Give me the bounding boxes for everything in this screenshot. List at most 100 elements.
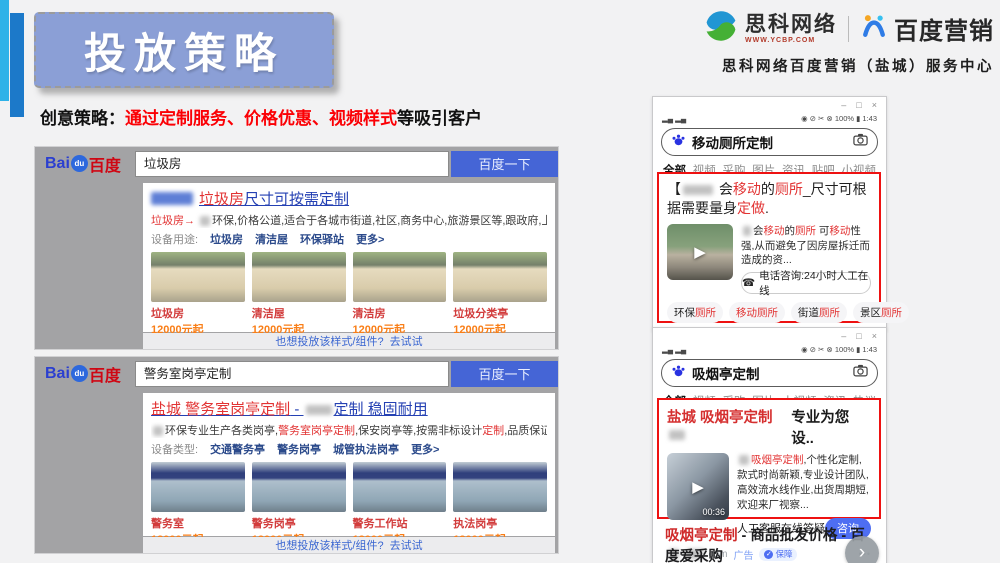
sublink[interactable]: 垃圾房 [210,231,243,247]
maximize-button[interactable]: □ [856,331,861,341]
baidu-logo: Bai du 百度 [45,362,121,386]
search-query[interactable]: 吸烟亭定制 [692,363,847,383]
product-name: 警务岗亭 [252,515,346,531]
sublink[interactable]: 环保驿站 [300,231,344,247]
baidu-search-header: Bai du 百度 警务室岗亭定制 百度一下 [35,357,558,390]
search-input[interactable]: 警务室岗亭定制 [135,361,449,387]
video-thumbnail[interactable]: ▶ [667,224,733,280]
baidu-paw-icon [671,132,686,152]
result-description: 垃圾房→ 环保,价格公道,适合于各城市街道,社区,商务中心,旅游景区等,跟政府,… [151,212,547,228]
product-image [151,462,245,512]
tag-pill[interactable]: 环保厕所 [667,302,723,323]
result-title-text: 盐城 警务室岗亭定制 - 定制 稳固耐用 [151,398,428,419]
highlighted-ad-result: 【 会移动的厕所_尺寸可根据需要量身定做. ▶ 会移动的厕所 可移动性强,从而避… [657,172,881,323]
search-button[interactable]: 百度一下 [451,151,558,177]
product-name: 垃圾分类亭 [453,305,547,321]
close-button[interactable]: × [872,100,877,110]
product-name: 警务室 [151,515,245,531]
sublink[interactable]: 更多> [411,441,439,457]
desktop-serp-screenshot-2: Bai du 百度 警务室岗亭定制 百度一下 盐城 警务室岗亭定制 - 定制 稳… [35,357,558,553]
product-name: 清洁房 [353,305,447,321]
maximize-button[interactable]: □ [856,100,861,110]
tag-pill[interactable]: 街道厕所 [791,302,847,323]
status-icons: ◉ ⊘ ✂ ⊗ [801,114,833,123]
mobile-search-bar[interactable]: 吸烟亭定制 [661,359,878,387]
status-bar: ▂▄ ▂▄ ◉ ⊘ ✂ ⊗ 100% ▮ 1:43 [653,112,886,125]
close-button[interactable]: × [872,331,877,341]
product-card[interactable]: 垃圾分类亭 12000元起 [453,252,547,337]
ad-title-link[interactable]: 盐城 吸烟亭定制 [667,406,791,448]
battery-icon: ▮ [856,345,860,354]
sublink[interactable]: 城管执法岗亭 [333,441,399,457]
product-card[interactable]: 执法岗亭 12000元起 [453,462,547,547]
ad-title-link[interactable]: 【 会移动的厕所_尺寸可根据需要量身定做. [667,180,871,219]
product-image [151,252,245,302]
signal-icon: ▂▄ ▂▄ [662,114,686,123]
organic-result-link[interactable]: 吸烟亭定制 - 商品批发价格 - 百度爱采购 [665,526,874,563]
desktop-serp-screenshot-1: Bai du 百度 垃圾房 百度一下 垃圾房尺寸可按需定制 垃圾房→ 环保,价格… [35,147,558,349]
minimize-button[interactable]: – [841,331,846,341]
product-card[interactable]: 清洁房 12000元起 [353,252,447,337]
baidu-logo: Bai du 百度 [45,152,121,176]
phone-consult-button[interactable]: ☎ 电话咨询:24小时人工在线 [741,272,871,294]
page-title: 投放策略 [84,20,284,81]
window-chrome: – □ × [653,328,886,343]
product-name: 清洁屋 [252,305,346,321]
sublink[interactable]: 警务岗亭 [277,441,321,457]
sublinks-label: 设备用途: [151,231,198,247]
ad-description: 吸烟亭定制,个性化定制,款式时尚新颖,专业设计团队,高效流水线作业,出货周期短,… [737,453,871,513]
sublink[interactable]: 交通警务亭 [210,441,265,457]
battery-percent: 100% [835,345,854,354]
baidu-paw-icon: du [71,155,88,172]
slide-canvas: 投放策略 创意策略：通过定制服务、价格优惠、视频样式等吸引客户 思科网络 WWW… [0,0,1000,563]
baidu-logo-bai: Bai [45,155,70,173]
next-page-fab[interactable]: › [845,536,879,563]
product-card[interactable]: 垃圾房 12000元起 [151,252,245,337]
tag-pill[interactable]: 景区厕所 [853,302,909,323]
strategy-line: 创意策略：通过定制服务、价格优惠、视频样式等吸引客户 [40,104,482,129]
result-title-link[interactable]: 垃圾房尺寸可按需定制 [151,188,547,209]
video-thumbnail[interactable]: ▶ 00:36 [667,453,729,520]
camera-icon[interactable] [853,364,868,382]
try-style-bar[interactable]: 也想投放该样式/组件? 去试试 [143,537,555,553]
sike-logo-url: WWW.YCBP.COM [745,37,837,44]
baidu-paw-icon [671,363,686,383]
status-icons: ◉ ⊘ ✂ ⊗ [801,345,833,354]
result-sublinks: 设备类型: 交通警务亭 警务岗亭 城管执法岗亭 更多> [151,441,547,457]
tag-pill[interactable]: 移动厕所 [729,302,785,323]
mobile-search-bar[interactable]: 移动厕所定制 [661,128,878,156]
result-title-link[interactable]: 盐城 警务室岗亭定制 - 定制 稳固耐用 [151,398,547,419]
search-query[interactable]: 移动厕所定制 [692,132,847,152]
sublink[interactable]: 清洁屋 [255,231,288,247]
camera-icon[interactable] [853,133,868,151]
product-card-row: 警务室 12000元起 警务岗亭 12000元起 警务工作站 12000元起 执… [151,462,547,547]
ad-result-card: 垃圾房尺寸可按需定制 垃圾房→ 环保,价格公道,适合于各城市街道,社区,商务中心… [143,183,555,332]
ad-title-right[interactable]: 专业为您设.. [791,406,871,448]
sublink[interactable]: 更多> [356,231,384,247]
strategy-highlight: 通过定制服务、价格优惠、视频样式 [125,109,397,128]
product-card[interactable]: 清洁屋 12000元起 [252,252,346,337]
try-style-bar[interactable]: 也想投放该样式/组件? 去试试 [143,333,555,349]
search-button[interactable]: 百度一下 [451,361,558,387]
product-card[interactable]: 警务工作站 12000元起 [353,462,447,547]
try-style-action[interactable]: 去试试 [390,333,423,349]
play-icon: ▶ [667,224,733,280]
related-tag-row: 环保厕所 移动厕所 街道厕所 景区厕所 [667,302,871,323]
try-style-action[interactable]: 去试试 [390,537,423,553]
product-name: 执法岗亭 [453,515,547,531]
mobile-serp-screenshot-1: – □ × ▂▄ ▂▄ ◉ ⊘ ✂ ⊗ 100% ▮ 1:43 移动厕所定制 全… [652,96,887,331]
sike-logo-icon [703,8,739,49]
minimize-button[interactable]: – [841,100,846,110]
result-description: 环保专业生产各类岗亭,警务室岗亭定制,保安岗亭等,按需非标设计定制,品质保证,终… [151,422,547,438]
battery-icon: ▮ [856,114,860,123]
baidu-logo-cn: 百度 [89,152,121,176]
product-card[interactable]: 警务岗亭 12000元起 [252,462,346,547]
product-image [453,462,547,512]
brand-header: 思科网络 WWW.YCBP.COM 百度营销 思科网络百度营销（盐城）服务中心 [684,8,994,76]
search-input[interactable]: 垃圾房 [135,151,449,177]
product-card-row: 垃圾房 12000元起 清洁屋 12000元起 清洁房 12000元起 垃圾分类… [151,252,547,337]
try-style-prompt: 也想投放该样式/组件? [275,537,383,553]
try-style-prompt: 也想投放该样式/组件? [275,333,383,349]
product-card[interactable]: 警务室 12000元起 [151,462,245,547]
window-chrome: – □ × [653,97,886,112]
